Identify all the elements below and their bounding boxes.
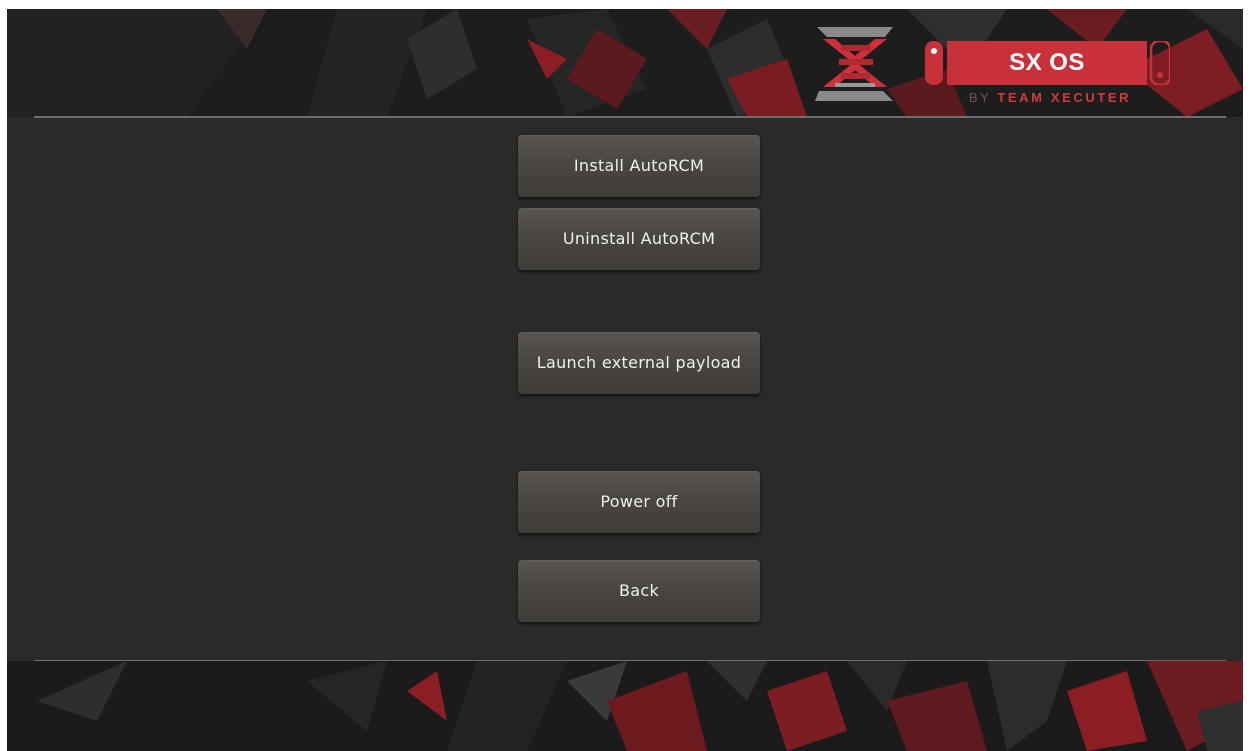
launch-external-payload-button[interactable]: Launch external payload [518, 332, 760, 394]
brand-title: SX OS [1009, 49, 1085, 76]
footer-banner [7, 661, 1243, 751]
brand-subtitle-by: BY [968, 90, 992, 105]
install-autorcm-button[interactable]: Install AutoRCM [518, 135, 760, 197]
uninstall-autorcm-button[interactable]: Uninstall AutoRCM [518, 208, 760, 270]
power-off-button[interactable]: Power off [518, 471, 760, 533]
brand-subtitle: BY TEAM XECUTER [945, 89, 1155, 107]
footer-background-art [7, 661, 1243, 751]
brand-subtitle-team: TEAM XECUTER [997, 90, 1132, 105]
recovery-menu-screen: SX OS BY TEAM XECUTER Install AutoRCM Un… [7, 9, 1243, 751]
back-button[interactable]: Back [518, 560, 760, 622]
header-divider [34, 116, 1226, 118]
header-banner: SX OS BY TEAM XECUTER [7, 9, 1243, 117]
sx-emblem-icon [815, 27, 893, 101]
